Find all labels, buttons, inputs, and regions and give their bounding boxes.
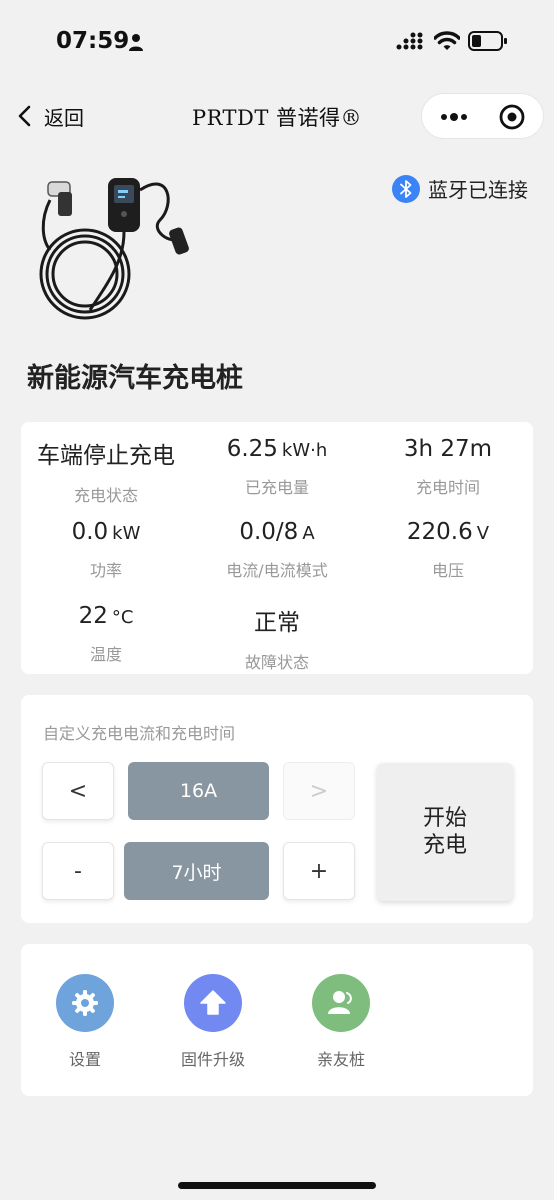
info-temperature: 22 °C 温度 [21,603,191,665]
info-label: 功率 [89,561,122,580]
menu-label: 固件升级 [180,1050,245,1069]
info-label: 故障状态 [244,653,309,672]
page-title: 新能源汽车充电桩 [27,363,243,394]
bluetooth-label: 蓝牙已连接 [428,178,528,202]
cellular-signal-icon [396,32,423,50]
more-icon[interactable] [438,102,470,132]
control-title: 自定义充电电流和充电时间 [43,724,236,743]
current-decrease-button[interactable]: < [42,762,114,820]
info-value: 3h 27m [403,436,493,462]
home-indicator [178,1182,376,1189]
charging-info-card: 车端停止充电 充电状态 6.25 kW·h 已充电量 3h 27m 充电时间 0.… [21,422,533,674]
info-label: 充电时间 [415,478,480,497]
menu-item-settings[interactable]: 设置 [35,974,135,1070]
current-increase-button[interactable]: > [283,762,355,820]
person-icon [129,34,143,51]
status-time: 07:59 [56,28,130,54]
wifi-icon [434,31,460,50]
info-value: 正常 [254,610,300,636]
user-share-icon [328,991,352,1014]
menu-icon-circle [56,974,114,1032]
time-decrease-button[interactable]: - [42,842,114,900]
info-value: 0.0/8 [239,519,299,545]
info-unit: kW [112,523,141,544]
nav-bar: 返回 PRTDT 普诺得® [0,88,554,144]
menu-icon-circle [312,974,370,1032]
info-unit: A [302,523,315,544]
info-current: 0.0/8 A 电流/电流模式 [192,519,362,581]
info-charge-status: 车端停止充电 充电状态 [21,436,191,506]
time-value[interactable]: 7小时 [124,842,269,900]
info-power: 0.0 kW 功率 [21,519,191,581]
charger-product-image [39,178,189,320]
close-target-icon[interactable] [498,103,526,131]
info-fault-status: 正常 故障状态 [192,603,362,673]
menu-item-firmware-upgrade[interactable]: 固件升级 [163,974,263,1070]
info-label: 电流/电流模式 [226,561,328,580]
info-label: 充电状态 [73,486,138,505]
start-charging-label: 开始充电 [422,805,467,859]
info-value: 6.25 [226,436,278,462]
info-label: 电压 [431,561,464,580]
info-charge-time: 3h 27m 充电时间 [363,436,533,498]
bluetooth-status: 蓝牙已连接 [392,174,528,203]
menu-icon-circle [184,974,242,1032]
info-value: 22 [78,603,108,629]
info-value: 0.0 [71,519,109,545]
info-voltage: 220.6 V 电压 [363,519,533,581]
status-bar: 07:59 [0,0,554,80]
time-increase-button[interactable]: + [283,842,355,900]
info-value: 220.6 [406,519,473,545]
charge-control-card: 自定义充电电流和充电时间 < 16A > - 7小时 + 开始充电 [21,695,533,923]
menu-label: 设置 [68,1050,101,1069]
info-unit: °C [111,607,134,628]
info-label: 温度 [89,645,122,664]
current-value[interactable]: 16A [128,762,269,820]
gear-icon [72,990,98,1016]
upload-arrow-icon [200,990,226,1015]
battery-icon [468,31,507,51]
info-unit: kW·h [281,440,328,461]
mini-program-capsule [421,93,544,139]
bluetooth-icon [392,174,420,203]
info-label: 已充电量 [244,478,309,497]
function-menu-card: 设置 固件升级 亲友桩 [21,944,533,1096]
info-charged-energy: 6.25 kW·h 已充电量 [192,436,362,498]
info-unit: V [476,523,490,544]
menu-label: 亲友桩 [316,1050,365,1069]
start-charging-button[interactable]: 开始充电 [377,763,513,901]
menu-item-family-charger[interactable]: 亲友桩 [291,974,391,1070]
info-value: 车端停止充电 [37,443,175,469]
